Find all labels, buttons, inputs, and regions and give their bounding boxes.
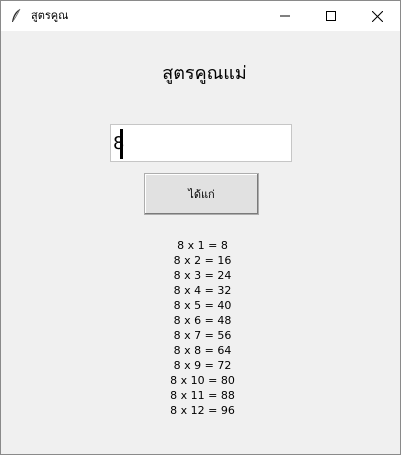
- result-line: 8 x 2 = 16: [173, 254, 232, 267]
- feather-icon: [10, 8, 22, 24]
- result-line: 8 x 12 = 96: [170, 404, 235, 417]
- result-line: 8 x 3 = 24: [173, 269, 232, 282]
- close-button[interactable]: [354, 1, 400, 31]
- app-window: สูตรคูณ สูตรคูณแม่ 8 ได้แก่ 8 x 1 = 88 x…: [0, 0, 401, 455]
- result-line: 8 x 6 = 48: [173, 314, 232, 327]
- result-line: 8 x 9 = 72: [173, 359, 232, 372]
- maximize-button[interactable]: [308, 1, 354, 31]
- text-caret: [120, 129, 123, 159]
- result-line: 8 x 1 = 8: [177, 239, 228, 252]
- result-line: 8 x 4 = 32: [173, 284, 232, 297]
- maximize-icon: [326, 11, 336, 21]
- window-title: สูตรคูณ: [31, 9, 69, 22]
- close-icon: [371, 10, 383, 22]
- result-line: 8 x 11 = 88: [170, 389, 235, 402]
- minimize-icon: [280, 11, 290, 21]
- number-input[interactable]: 8: [110, 124, 292, 162]
- show-table-button[interactable]: ได้แก่: [144, 173, 259, 215]
- result-line: 8 x 8 = 64: [173, 344, 232, 357]
- result-line: 8 x 7 = 56: [173, 329, 232, 342]
- result-line: 8 x 10 = 80: [170, 374, 235, 387]
- page-title: สูตรคูณแม่: [162, 63, 247, 84]
- multiplication-results: 8 x 1 = 8 8 x 2 = 16 8 x 3 = 24 8 x 4 = 32 8…: [1, 238, 400, 418]
- title-bar[interactable]: สูตรคูณ: [1, 1, 400, 31]
- minimize-button[interactable]: [262, 1, 308, 31]
- result-line: 8 x 5 = 40: [173, 299, 232, 312]
